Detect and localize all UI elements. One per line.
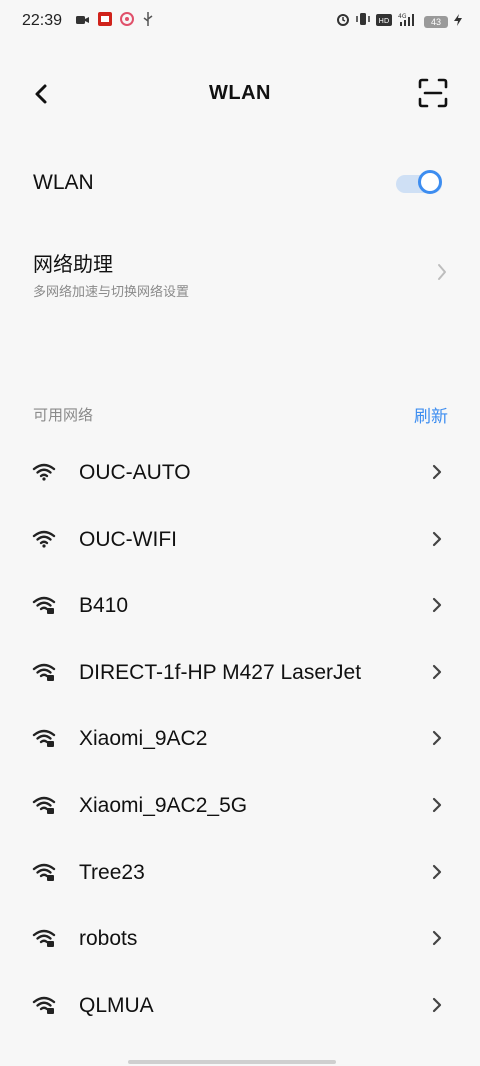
hd-icon: HD (376, 13, 392, 31)
chevron-right-icon (436, 262, 448, 287)
available-networks-label: 可用网络 (33, 407, 94, 424)
refresh-button[interactable]: 刷新 (414, 402, 448, 427)
chevron-right-icon (432, 730, 442, 751)
wlan-toggle-label: WLAN (33, 171, 94, 194)
network-ssid: OUC-AUTO (79, 461, 191, 484)
video-camera-icon (76, 13, 90, 31)
app-header: WLAN (0, 62, 480, 126)
wlan-settings-screen: 22:39 HD 4G 43 WLAN WLAN 网络助理 多网络加速与切换网络… (0, 0, 480, 1066)
status-left-icons (76, 12, 154, 31)
network-ssid: robots (79, 927, 138, 951)
svg-text:HD: HD (379, 17, 390, 25)
scroll-indicator (128, 1060, 336, 1064)
network-ssid: QLMUA (79, 993, 154, 1017)
charging-icon (454, 13, 462, 31)
battery-level: 43 (430, 16, 441, 27)
network-ssid: DIRECT-1f-HP M427 LaserJet (79, 660, 362, 684)
chevron-right-icon (432, 930, 442, 951)
wifi-signal-icon (32, 462, 56, 482)
wifi-locked-icon (32, 795, 56, 815)
network-item[interactable]: Xiaomi_9AC2 (0, 706, 480, 773)
scan-qr-icon (418, 78, 448, 108)
usb-icon (142, 12, 154, 31)
network-item[interactable]: Tree23 (0, 840, 480, 907)
chevron-right-icon (432, 464, 442, 485)
scan-qr-button[interactable] (416, 76, 450, 110)
chevron-right-icon (432, 797, 442, 818)
wifi-locked-icon (32, 728, 56, 748)
network-item[interactable]: robots (0, 906, 480, 973)
network-list: OUC-AUTO OUC-WIFI B410 DIRECT-1f-HP M427… (0, 440, 480, 1039)
network-item[interactable]: DIRECT-1f-HP M427 LaserJet (0, 640, 480, 707)
chevron-right-icon (432, 864, 442, 885)
network-item[interactable]: OUC-WIFI (0, 507, 480, 574)
network-ssid: Xiaomi_9AC2 (79, 727, 208, 751)
battery-indicator: 43 (424, 15, 448, 28)
signal-4g-icon: 4G (398, 12, 418, 31)
svg-text:4G: 4G (398, 13, 407, 20)
wifi-locked-icon (32, 595, 56, 615)
network-item[interactable]: QLMUA (0, 973, 480, 1040)
alarm-icon (336, 12, 350, 31)
wifi-locked-icon (32, 928, 56, 948)
vibrate-icon (356, 12, 370, 31)
network-assistant-title: 网络助理 (33, 254, 113, 276)
network-ssid: Tree23 (79, 860, 145, 884)
app-notification-icon-2 (120, 12, 134, 31)
network-ssid: Xiaomi_9AC2_5G (79, 793, 248, 817)
status-right-icons: HD 4G 43 (336, 12, 462, 31)
chevron-right-icon (432, 997, 442, 1018)
network-ssid: B410 (79, 594, 129, 618)
chevron-right-icon (432, 597, 442, 618)
wifi-locked-icon (32, 862, 56, 882)
status-time: 22:39 (22, 12, 63, 29)
wifi-locked-icon (32, 995, 56, 1015)
wifi-signal-icon (32, 529, 56, 549)
network-assistant-row[interactable]: 网络助理 多网络加速与切换网络设置 (0, 236, 480, 312)
wlan-toggle-row[interactable]: WLAN (0, 152, 480, 216)
app-notification-icon (98, 12, 112, 31)
chevron-right-icon (432, 531, 442, 552)
network-item[interactable]: Xiaomi_9AC2_5G (0, 773, 480, 840)
page-title: WLAN (209, 82, 271, 104)
network-assistant-subtitle: 多网络加速与切换网络设置 (33, 284, 190, 299)
network-item[interactable]: B410 (0, 573, 480, 640)
status-bar: 22:39 HD 4G 43 (0, 0, 480, 46)
network-ssid: OUC-WIFI (79, 527, 177, 551)
switch-thumb (418, 170, 442, 194)
network-item[interactable]: OUC-AUTO (0, 440, 480, 507)
chevron-right-icon (432, 664, 442, 685)
wlan-switch[interactable] (392, 168, 450, 200)
wifi-locked-icon (32, 662, 56, 682)
available-networks-header: 可用网络 刷新 (0, 396, 480, 430)
